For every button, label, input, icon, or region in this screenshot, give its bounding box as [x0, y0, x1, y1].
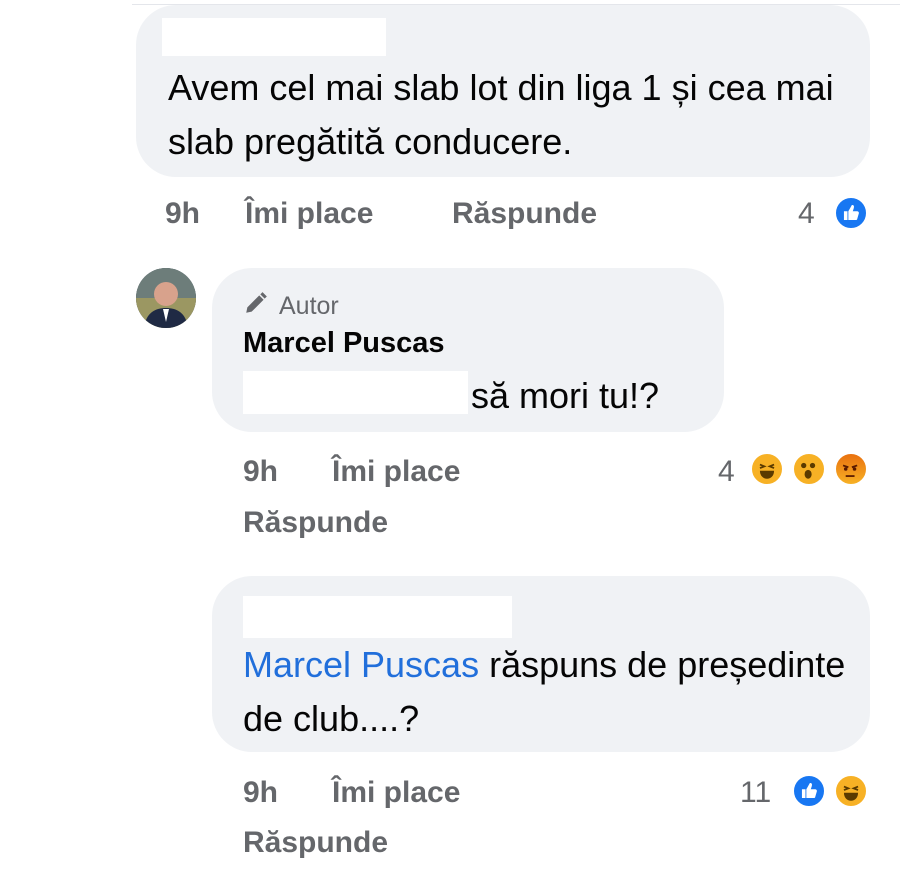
pencil-icon [243, 290, 269, 323]
redacted-author-name [243, 596, 512, 638]
like-link[interactable]: Îmi place [245, 197, 373, 231]
wow-icon[interactable] [792, 452, 826, 486]
comment-text: Avem cel mai slab lot din liga 1 și cea … [168, 67, 834, 162]
comment-time[interactable]: 9h [165, 197, 200, 231]
mention-link[interactable]: Marcel Puscas [243, 644, 479, 685]
reply-link[interactable]: Răspunde [243, 826, 388, 860]
like-icon[interactable] [792, 774, 826, 808]
like-link[interactable]: Îmi place [332, 455, 460, 489]
comment-time[interactable]: 9h [243, 776, 278, 810]
redacted-author-name [162, 18, 386, 56]
comment-text: Marcel Puscas răspuns de președinte de c… [243, 638, 853, 746]
reply-link[interactable]: Răspunde [452, 197, 597, 231]
reply-link[interactable]: Răspunde [243, 506, 388, 540]
haha-icon[interactable] [834, 774, 868, 808]
comment-text: să mori tu!? [471, 375, 660, 416]
like-icon[interactable] [834, 196, 868, 230]
like-link[interactable]: Îmi place [332, 776, 460, 810]
avatar[interactable] [136, 268, 196, 328]
reaction-count[interactable]: 4 [718, 455, 735, 489]
comment-time[interactable]: 9h [243, 455, 278, 489]
redacted-mention [243, 371, 468, 414]
reaction-count[interactable]: 11 [740, 776, 771, 810]
author-name[interactable]: Marcel Puscas [243, 327, 445, 360]
author-badge-label: Autor [279, 292, 339, 320]
author-badge: Autor [243, 290, 339, 323]
angry-icon[interactable] [834, 452, 868, 486]
reaction-count[interactable]: 4 [798, 197, 815, 231]
haha-icon[interactable] [750, 452, 784, 486]
